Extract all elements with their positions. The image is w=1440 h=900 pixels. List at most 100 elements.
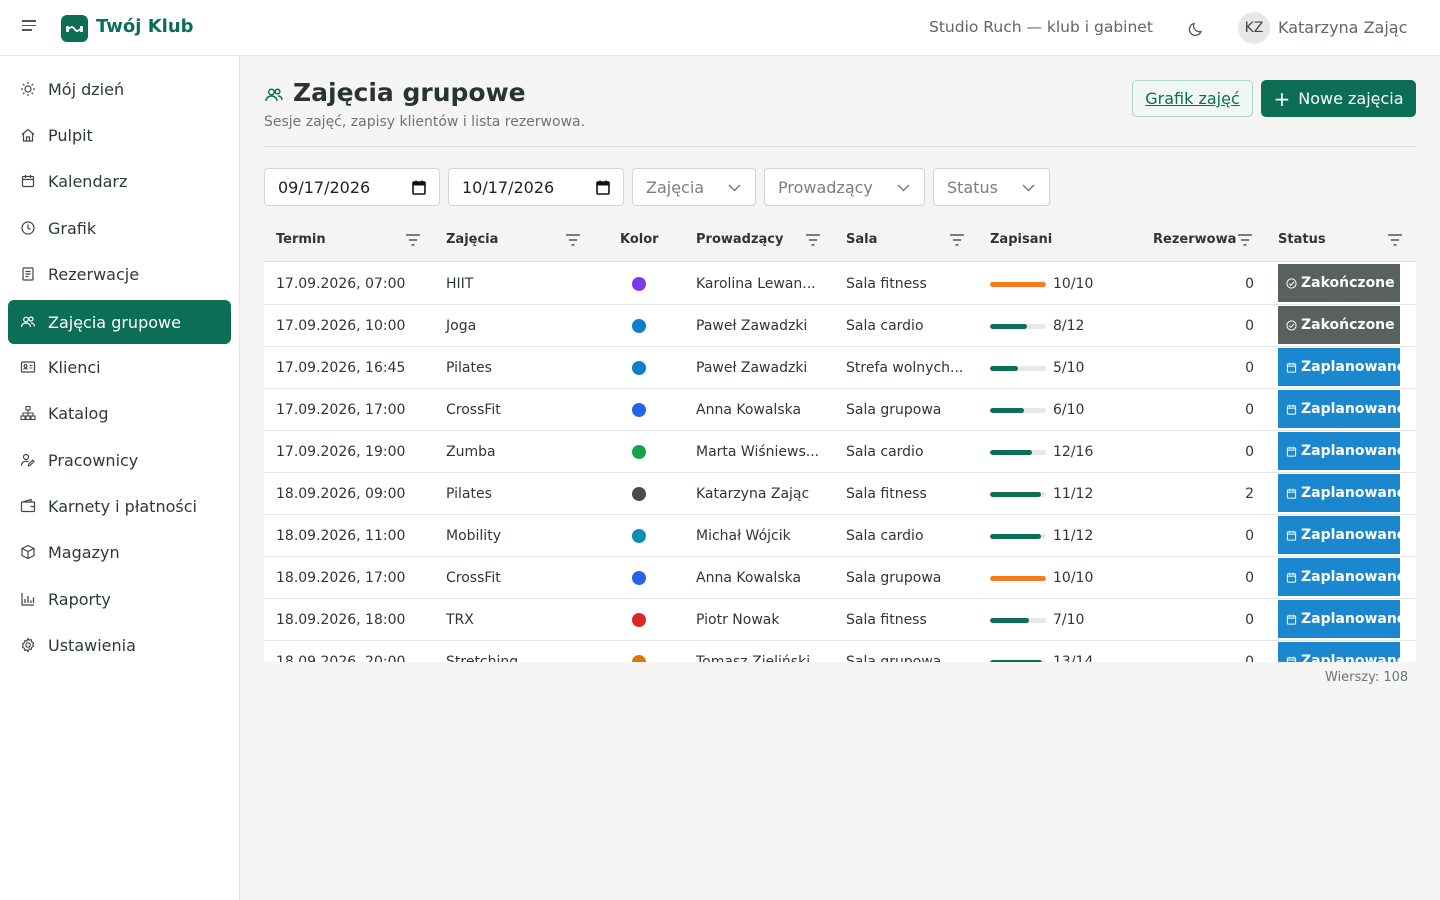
sidebar-item-label: Pulpit bbox=[48, 125, 93, 145]
status-badge[interactable]: Zakończone bbox=[1278, 264, 1400, 302]
column-header-class[interactable]: Zajęcia bbox=[446, 232, 498, 247]
status-badge[interactable]: Zaplanowane bbox=[1278, 474, 1400, 512]
table-row[interactable]: 17.09.2026, 19:00 Zumba Marta Wiśniews... S… bbox=[264, 431, 1416, 473]
cell-reserve: 0 bbox=[1245, 402, 1254, 418]
calendar-icon bbox=[1286, 404, 1297, 415]
class-schedule-button[interactable]: Grafik zajęć bbox=[1132, 80, 1253, 117]
organization-name[interactable]: Studio Ruch — klub i gabinet bbox=[929, 18, 1153, 36]
menu-toggle-icon[interactable] bbox=[22, 20, 40, 36]
list-icon bbox=[22, 267, 34, 281]
status-badge[interactable]: Zaplanowane bbox=[1278, 348, 1400, 386]
class-color-dot bbox=[632, 361, 646, 375]
sidebar-item-label: Zajęcia grupowe bbox=[48, 312, 181, 332]
class-filter-select[interactable]: Zajęcia bbox=[632, 168, 756, 206]
cell-enrolled: 10/10 bbox=[1053, 276, 1094, 292]
column-header-term[interactable]: Termin bbox=[276, 232, 326, 247]
cell-term: 17.09.2026, 16:45 bbox=[276, 360, 406, 376]
enrollment-progress-fill bbox=[990, 450, 1032, 455]
enrollment-progress-bar bbox=[990, 534, 1046, 539]
column-header-status[interactable]: Status bbox=[1278, 232, 1326, 247]
users-icon bbox=[265, 88, 283, 102]
filter-icon[interactable] bbox=[1238, 234, 1252, 246]
date-from-input[interactable]: 09/17/2026 bbox=[264, 168, 440, 206]
filter-icon[interactable] bbox=[806, 234, 820, 246]
table-row[interactable]: 18.09.2026, 18:00 TRX Piotr Nowak Sala fitn… bbox=[264, 599, 1416, 641]
sidebar-item-group-classes[interactable]: Zajęcia grupowe bbox=[8, 300, 231, 344]
table-row[interactable]: 17.09.2026, 17:00 CrossFit Anna Kowalska Sa… bbox=[264, 389, 1416, 431]
cell-room: Sala cardio bbox=[846, 528, 924, 544]
status-badge[interactable]: Zaplanowane bbox=[1278, 642, 1400, 662]
cell-term: 18.09.2026, 18:00 bbox=[276, 612, 406, 628]
date-from-value: 09/17/2026 bbox=[278, 177, 371, 197]
enrollment-progress-bar bbox=[990, 660, 1046, 662]
status-label: Zaplanowane bbox=[1301, 443, 1400, 459]
status-badge[interactable]: Zaplanowane bbox=[1278, 390, 1400, 428]
sidebar-item-my-day[interactable]: Mój dzień bbox=[8, 67, 231, 111]
table-row[interactable]: 17.09.2026, 10:00 Joga Paweł Zawadzki Sala … bbox=[264, 305, 1416, 347]
cell-trainer: Karolina Lewan... bbox=[696, 276, 816, 292]
cell-room: Sala grupowa bbox=[846, 570, 942, 586]
status-badge[interactable]: Zaplanowane bbox=[1278, 432, 1400, 470]
enrollment-progress-bar bbox=[990, 366, 1046, 371]
filter-icon[interactable] bbox=[950, 234, 964, 246]
cell-class: HIIT bbox=[446, 276, 474, 292]
cell-room: Sala cardio bbox=[846, 318, 924, 334]
status-badge[interactable]: Zaplanowane bbox=[1278, 516, 1400, 554]
sidebar-item-reservations[interactable]: Rezerwacje bbox=[8, 252, 231, 296]
calendar-icon[interactable] bbox=[596, 180, 610, 195]
sidebar-item-dashboard[interactable]: Pulpit bbox=[8, 113, 231, 157]
calendar-icon[interactable] bbox=[412, 180, 426, 195]
sidebar-item-passes-payments[interactable]: Karnety i płatności bbox=[8, 484, 231, 528]
sun-icon bbox=[21, 82, 35, 96]
status-badge[interactable]: Zaplanowane bbox=[1278, 600, 1400, 638]
cell-term: 17.09.2026, 10:00 bbox=[276, 318, 406, 334]
column-header-trainer[interactable]: Prowadzący bbox=[696, 232, 783, 247]
sidebar-item-settings[interactable]: Ustawienia bbox=[8, 623, 231, 667]
sidebar-item-clients[interactable]: Klienci bbox=[8, 345, 231, 389]
chart-icon bbox=[21, 593, 35, 606]
cell-trainer: Tomasz Zieliński bbox=[696, 654, 811, 662]
enrollment-progress-fill bbox=[990, 408, 1024, 413]
chevron-down-icon bbox=[1022, 184, 1035, 192]
user-name[interactable]: Katarzyna Zając bbox=[1278, 18, 1407, 37]
sidebar-item-warehouse[interactable]: Magazyn bbox=[8, 530, 231, 574]
table-row[interactable]: 18.09.2026, 09:00 Pilates Katarzyna Zając S… bbox=[264, 473, 1416, 515]
sidebar-item-schedule[interactable]: Grafik bbox=[8, 206, 231, 250]
table-row[interactable]: 17.09.2026, 16:45 Pilates Paweł Zawadzki St… bbox=[264, 347, 1416, 389]
status-label: Zaplanowane bbox=[1301, 485, 1400, 501]
table-row[interactable]: 18.09.2026, 11:00 Mobility Michał Wójcik Sa… bbox=[264, 515, 1416, 557]
status-label: Zaplanowane bbox=[1301, 611, 1400, 627]
date-to-input[interactable]: 10/17/2026 bbox=[448, 168, 624, 206]
cell-term: 17.09.2026, 19:00 bbox=[276, 444, 406, 460]
moon-icon[interactable] bbox=[1188, 19, 1206, 37]
cell-term: 18.09.2026, 20:00 bbox=[276, 654, 406, 662]
plus-icon: + bbox=[1273, 86, 1291, 111]
sidebar-item-label: Mój dzień bbox=[48, 79, 125, 99]
column-header-room[interactable]: Sala bbox=[846, 232, 877, 247]
table-row[interactable]: 18.09.2026, 20:00 Stretching Tomasz Zieliń… bbox=[264, 641, 1416, 662]
class-filter-placeholder: Zajęcia bbox=[646, 177, 705, 197]
calendar-icon bbox=[1286, 572, 1297, 583]
status-filter-select[interactable]: Status bbox=[933, 168, 1050, 206]
column-header-color[interactable]: Kolor bbox=[620, 232, 659, 247]
sidebar-item-employees[interactable]: Pracownicy bbox=[8, 438, 231, 482]
status-badge[interactable]: Zakończone bbox=[1278, 306, 1400, 344]
brand-name[interactable]: Twój Klub bbox=[96, 16, 194, 37]
sidebar-item-calendar[interactable]: Kalendarz bbox=[8, 159, 231, 203]
column-header-enrolled[interactable]: Zapisani bbox=[990, 232, 1052, 247]
column-header-reserve[interactable]: Rezerwowa bbox=[1153, 232, 1236, 247]
avatar[interactable]: KZ bbox=[1238, 12, 1270, 44]
sidebar-item-catalog[interactable]: Katalog bbox=[8, 391, 231, 435]
filter-icon[interactable] bbox=[406, 234, 420, 246]
sidebar-item-reports[interactable]: Raporty bbox=[8, 577, 231, 621]
status-badge[interactable]: Zaplanowane bbox=[1278, 558, 1400, 596]
filter-icon[interactable] bbox=[1388, 234, 1402, 246]
class-color-dot bbox=[632, 655, 646, 662]
cell-enrolled: 8/12 bbox=[1053, 318, 1085, 334]
new-class-button[interactable]: + Nowe zajęcia bbox=[1261, 80, 1416, 117]
table-row[interactable]: 17.09.2026, 07:00 HIIT Karolina Lewan... Sa… bbox=[264, 263, 1416, 305]
cell-reserve: 0 bbox=[1245, 444, 1254, 460]
table-row[interactable]: 18.09.2026, 17:00 CrossFit Anna Kowalska Sa… bbox=[264, 557, 1416, 599]
trainer-filter-select[interactable]: Prowadzący bbox=[764, 168, 925, 206]
filter-icon[interactable] bbox=[566, 234, 580, 246]
